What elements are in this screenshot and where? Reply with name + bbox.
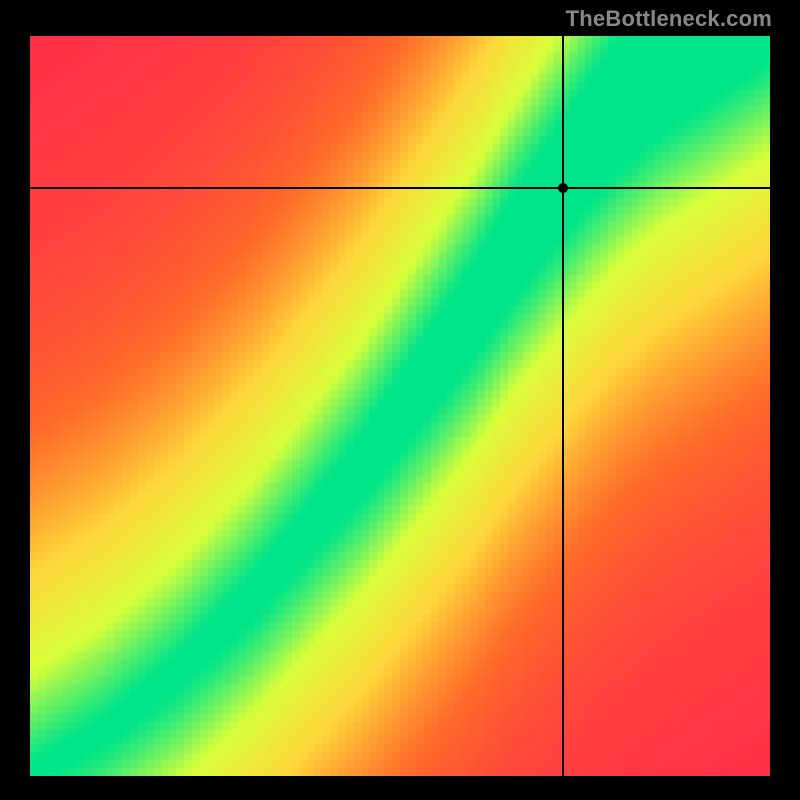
attribution-text: TheBottleneck.com <box>566 6 772 32</box>
heatmap-canvas <box>30 36 770 776</box>
heatmap-plot <box>30 36 770 776</box>
crosshair-marker <box>558 183 568 193</box>
crosshair-horizontal <box>30 187 770 189</box>
crosshair-vertical <box>562 36 564 776</box>
